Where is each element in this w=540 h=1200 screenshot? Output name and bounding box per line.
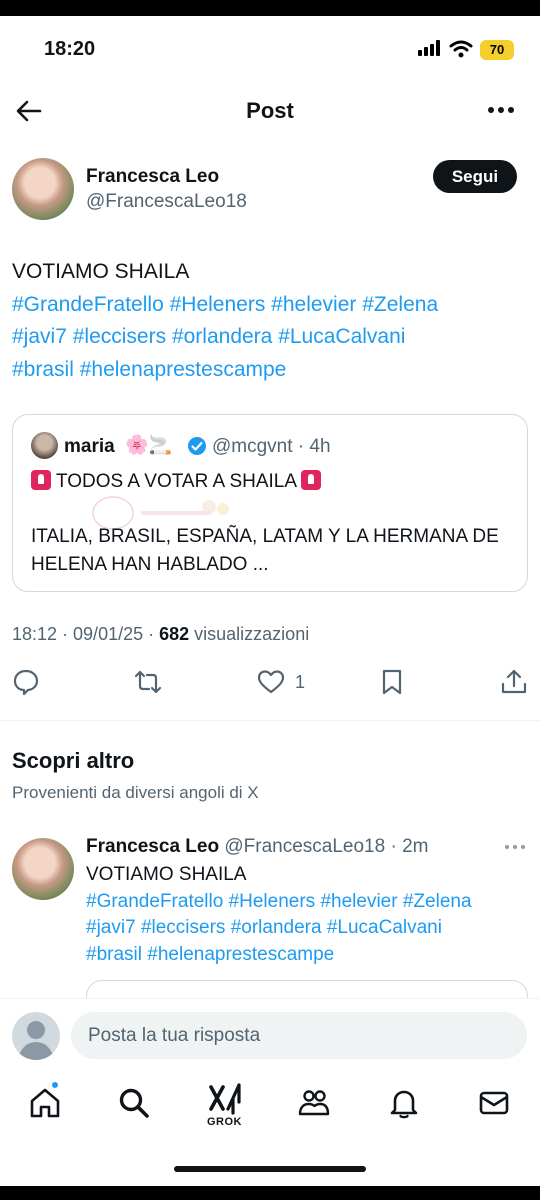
- more-options-icon[interactable]: [486, 100, 516, 120]
- hashtag-row: #GrandeFratello #Heleners #helevier #Zel…: [12, 289, 528, 322]
- top-edge: [0, 0, 540, 16]
- quoted-avatar: [31, 432, 58, 459]
- recommended-avatar[interactable]: [12, 838, 74, 900]
- recommended-text-line: VOTIAMO SHAILA: [86, 864, 247, 885]
- hashtag[interactable]: #brasil: [86, 944, 142, 965]
- repost-icon[interactable]: [134, 668, 162, 696]
- home-icon[interactable]: [28, 1086, 62, 1120]
- hashtag[interactable]: #helenaprestescampe: [147, 944, 334, 965]
- status-bar: 18:20 70: [0, 16, 540, 80]
- hashtag-row: #brasil #helenaprestescampe: [12, 354, 528, 387]
- post-timestamp: 18:12 · 09/01/25 ·: [12, 624, 160, 644]
- quoted-text-headline: TODOS A VOTAR A SHAILA: [31, 470, 322, 493]
- hashtag[interactable]: #orlandera: [231, 917, 322, 938]
- notifications-bell-icon[interactable]: [387, 1086, 421, 1120]
- hashtag-row: #brasil #helenaprestescampe: [86, 942, 536, 969]
- messages-icon[interactable]: [477, 1086, 511, 1120]
- views-count: 682: [159, 624, 190, 644]
- follow-button[interactable]: Segui: [433, 160, 517, 193]
- author-avatar[interactable]: [12, 158, 74, 220]
- quoted-author-name: maria: [64, 436, 115, 457]
- views-label: visualizzazioni: [189, 624, 310, 644]
- grok-label: GROK: [207, 1116, 242, 1128]
- quoted-handle-time: @mcgvnt · 4h: [212, 436, 331, 457]
- like-count: 1: [295, 672, 306, 692]
- wifi-icon: [449, 40, 473, 58]
- recommended-handle-time: @FrancescaLeo18 · 2m: [224, 836, 429, 857]
- siren-icon: [31, 470, 51, 490]
- hashtag[interactable]: #GrandeFratello: [12, 293, 164, 316]
- hashtag[interactable]: #leccisers: [141, 917, 225, 938]
- battery-indicator: 70: [480, 40, 514, 60]
- hashtag[interactable]: #Heleners: [229, 891, 316, 912]
- hashtag[interactable]: #javi7: [86, 917, 136, 938]
- hashtag[interactable]: #javi7: [12, 325, 67, 348]
- hashtag-row: #javi7 #leccisers #orlandera #LucaCalvan…: [12, 321, 528, 354]
- recommended-more-icon[interactable]: [504, 842, 526, 852]
- bottom-tab-bar: GROK: [0, 1072, 540, 1152]
- reply-input[interactable]: Posta la tua risposta: [71, 1012, 527, 1059]
- hashtag[interactable]: #Zelena: [403, 891, 472, 912]
- reply-icon[interactable]: [12, 668, 40, 696]
- recommended-author-name: Francesca Leo: [86, 836, 220, 857]
- hashtag[interactable]: #helevier: [320, 891, 397, 912]
- grok-icon[interactable]: [208, 1082, 242, 1116]
- hashtag[interactable]: #leccisers: [73, 325, 166, 348]
- section-divider: [0, 720, 540, 721]
- discover-title: Scopri altro: [12, 748, 135, 773]
- discover-subtitle: Provenienti da diversi angoli di X: [12, 783, 259, 802]
- hashtag[interactable]: #Heleners: [170, 293, 266, 316]
- hashtag[interactable]: #helevier: [271, 293, 356, 316]
- my-avatar[interactable]: [12, 1012, 60, 1060]
- author-handle[interactable]: @FrancescaLeo18: [86, 191, 247, 213]
- like-heart-icon[interactable]: [257, 668, 285, 696]
- post-header: Post: [0, 86, 540, 138]
- quoted-author-emoji: 🌸🚬: [125, 435, 173, 456]
- siren-icon: [301, 470, 322, 490]
- quoted-text-body: ITALIA, BRASIL, ESPAÑA, LATAM Y LA HERMA…: [31, 526, 499, 575]
- communities-icon[interactable]: [297, 1086, 331, 1120]
- hashtag[interactable]: #GrandeFratello: [86, 891, 223, 912]
- post-meta: 18:12 · 09/01/25 · 682 visualizzazioni: [12, 624, 309, 645]
- bookmark-icon[interactable]: [378, 668, 406, 696]
- status-time: 18:20: [44, 38, 96, 60]
- hashtag-row: #GrandeFratello #Heleners #helevier #Zel…: [86, 889, 536, 916]
- verified-badge-icon: [188, 437, 206, 455]
- post-text: VOTIAMO SHAILA #GrandeFratello #Heleners…: [12, 256, 528, 386]
- hashtag[interactable]: #LucaCalvani: [327, 917, 442, 938]
- share-icon[interactable]: [500, 668, 528, 696]
- hashtag[interactable]: #orlandera: [172, 325, 272, 348]
- default-avatar-head: [27, 1021, 45, 1039]
- post-actions: 1: [0, 668, 540, 702]
- hashtag[interactable]: #LucaCalvani: [278, 325, 405, 348]
- quoted-post[interactable]: maria 🌸🚬 @mcgvnt · 4h TODOS A VOTAR A SH…: [12, 414, 528, 592]
- home-notification-dot: [51, 1081, 59, 1089]
- recommended-text: VOTIAMO SHAILA #GrandeFratello #Heleners…: [86, 862, 536, 968]
- post-text-line: VOTIAMO SHAILA: [12, 260, 190, 283]
- author-name[interactable]: Francesca Leo: [86, 166, 219, 188]
- hashtag[interactable]: #Zelena: [362, 293, 438, 316]
- cellular-signal-icon: [418, 40, 440, 56]
- hashtag-row: #javi7 #leccisers #orlandera #LucaCalvan…: [86, 915, 536, 942]
- quoted-headline-text: TODOS A VOTAR A SHAILA: [55, 471, 296, 492]
- hashtag[interactable]: #brasil: [12, 358, 74, 381]
- recommended-header[interactable]: Francesca Leo @FrancescaLeo18 · 2m: [86, 836, 428, 858]
- default-avatar-body: [19, 1042, 53, 1060]
- page-title: Post: [246, 98, 294, 123]
- search-icon[interactable]: [117, 1086, 151, 1120]
- hashtag[interactable]: #helenaprestescampe: [80, 358, 287, 381]
- bottom-edge: [0, 1186, 540, 1200]
- home-indicator[interactable]: [174, 1166, 366, 1172]
- reply-composer: Posta la tua risposta: [0, 998, 540, 1072]
